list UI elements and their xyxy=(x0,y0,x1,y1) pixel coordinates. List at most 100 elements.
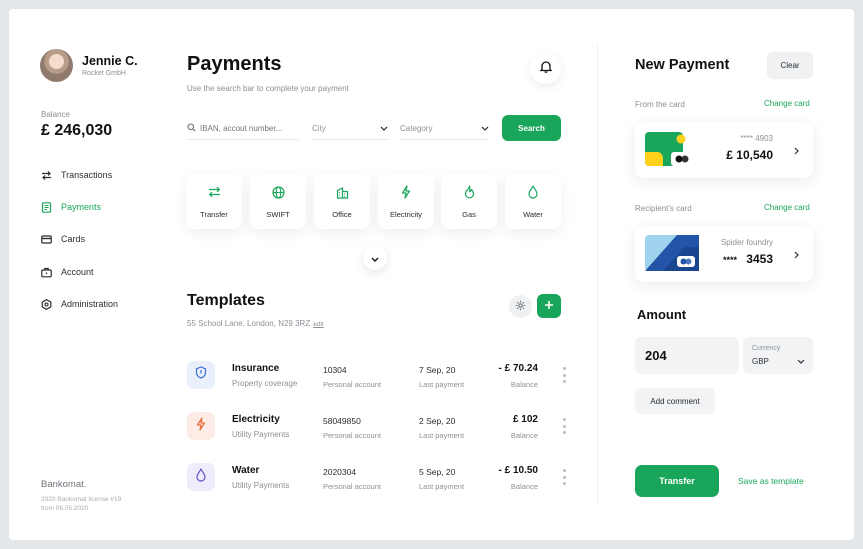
new-payment-title: New Payment xyxy=(635,57,730,73)
page-title: Payments xyxy=(187,53,282,75)
add-template-button[interactable] xyxy=(537,294,561,318)
transfer-button[interactable]: Transfer xyxy=(635,465,719,497)
template-amount-label: Balance xyxy=(510,431,538,440)
template-account: 10304 xyxy=(323,365,347,375)
clear-button[interactable]: Clear xyxy=(767,52,813,79)
chevron-down-icon xyxy=(380,124,388,133)
add-comment-button[interactable]: Add comment xyxy=(635,388,715,414)
sidebar-item-label: Administration xyxy=(61,299,119,309)
template-type: Utility Payments xyxy=(232,481,290,490)
category-tile-gas[interactable]: Gas xyxy=(441,174,497,229)
edit-address-link[interactable]: edit xyxy=(313,321,323,328)
sidebar-item-payments[interactable]: Payments xyxy=(41,199,101,215)
flame-icon xyxy=(464,185,475,199)
template-badge xyxy=(187,361,215,389)
save-as-template-link[interactable]: Save as template xyxy=(738,476,804,486)
arrows-swap-icon xyxy=(41,170,52,181)
template-account-label: Personal account xyxy=(323,482,381,491)
category-label: Electricity xyxy=(389,210,423,219)
template-date: 5 Sep, 20 xyxy=(419,467,456,477)
template-name: Electricity xyxy=(232,414,280,425)
recipient-card[interactable]: Spider foundry **** 3453 xyxy=(635,226,813,282)
template-date: 2 Sep, 20 xyxy=(419,416,456,426)
notifications-button[interactable] xyxy=(530,53,561,84)
card-thumbnail xyxy=(645,132,693,166)
templates-address: 55 School Lane, London, N29 3RZ edit xyxy=(187,319,324,328)
chevron-right-icon xyxy=(794,142,799,160)
from-card-amount: £ 10,540 xyxy=(726,148,773,162)
search-field[interactable] xyxy=(187,118,299,140)
sidebar-item-transactions[interactable]: Transactions xyxy=(41,167,112,183)
template-name: Insurance xyxy=(232,363,280,374)
sidebar-item-label: Transactions xyxy=(61,170,113,180)
category-tile-transfer[interactable]: Transfer xyxy=(186,174,242,229)
change-from-card-link[interactable]: Change card xyxy=(764,99,810,108)
hexagon-settings-icon xyxy=(41,298,52,310)
template-type: Property coverage xyxy=(232,379,298,388)
category-label: Gas xyxy=(462,210,476,219)
template-date-label: Last payment xyxy=(419,431,465,440)
shield-icon xyxy=(195,366,207,384)
plus-icon xyxy=(544,297,554,315)
briefcase-icon xyxy=(41,267,52,278)
more-options-icon[interactable] xyxy=(561,469,567,485)
amount-input[interactable]: 204 xyxy=(635,337,739,374)
recipient-card-mask: **** xyxy=(722,255,737,265)
balance-label: Balance xyxy=(41,110,70,119)
template-row-insurance[interactable]: Insurance Property coverage 10304 Person… xyxy=(187,359,567,391)
transfer-icon xyxy=(208,185,221,199)
drop-icon xyxy=(196,467,206,487)
panel-divider xyxy=(597,45,598,505)
card-thumbnail xyxy=(645,235,699,271)
search-icon xyxy=(187,123,196,134)
from-card-label: From the card xyxy=(635,100,685,109)
sidebar-item-label: Account xyxy=(61,267,94,277)
templates-settings-button[interactable] xyxy=(509,295,532,318)
category-tile-swift[interactable]: SWIFT xyxy=(250,174,306,229)
template-date-label: Last payment xyxy=(419,482,465,491)
sidebar-item-cards[interactable]: Cards xyxy=(41,231,85,247)
card-icon xyxy=(41,234,52,245)
search-input[interactable] xyxy=(200,124,295,133)
drop-icon xyxy=(528,185,538,199)
city-select-value: City xyxy=(312,124,326,133)
recipient-name: Spider foundry xyxy=(720,238,773,247)
chevron-down-icon xyxy=(371,249,379,267)
template-account: 2020304 xyxy=(323,467,357,477)
template-row-electricity[interactable]: Electricity Utility Payments 58049850 Pe… xyxy=(187,410,567,442)
template-account-label: Personal account xyxy=(323,380,381,389)
template-badge xyxy=(187,412,215,440)
search-button[interactable]: Search xyxy=(502,115,561,141)
template-account-label: Personal account xyxy=(323,431,381,440)
more-options-icon[interactable] xyxy=(561,418,567,434)
address-text: 55 School Lane, London, N29 3RZ xyxy=(187,319,311,328)
from-card[interactable]: **** 4903 £ 10,540 xyxy=(635,122,813,178)
template-date-label: Last payment xyxy=(419,380,465,389)
currency-value: GBP xyxy=(752,357,769,366)
sidebar-item-label: Payments xyxy=(61,202,102,212)
category-tile-water[interactable]: Water xyxy=(505,174,561,229)
sidebar-item-account[interactable]: Account xyxy=(41,264,94,280)
sidebar-item-administration[interactable]: Administration xyxy=(41,296,118,312)
category-tile-electricity[interactable]: Electricity xyxy=(378,174,434,229)
bell-icon xyxy=(538,60,553,78)
category-tile-office[interactable]: Office xyxy=(314,174,370,229)
user-name: Jennie C. xyxy=(82,54,138,68)
document-icon xyxy=(41,201,52,213)
recipient-card-number: **** 3453 xyxy=(723,252,773,266)
more-options-icon[interactable] xyxy=(561,367,567,383)
category-select[interactable]: Category xyxy=(400,118,489,140)
template-name: Water xyxy=(232,465,260,476)
currency-select[interactable]: Currency GBP xyxy=(743,337,813,374)
templates-title: Templates xyxy=(187,292,265,309)
template-badge xyxy=(187,463,215,491)
change-recipient-card-link[interactable]: Change card xyxy=(764,203,810,212)
currency-label: Currency xyxy=(752,345,781,352)
gear-icon xyxy=(515,298,526,316)
template-account: 58049850 xyxy=(323,416,361,426)
template-row-water[interactable]: Water Utility Payments 2020304 Personal … xyxy=(187,461,567,493)
template-amount-label: Balance xyxy=(510,482,538,491)
expand-categories-button[interactable] xyxy=(363,246,387,270)
avatar[interactable] xyxy=(40,49,73,82)
city-select[interactable]: City xyxy=(312,118,388,140)
